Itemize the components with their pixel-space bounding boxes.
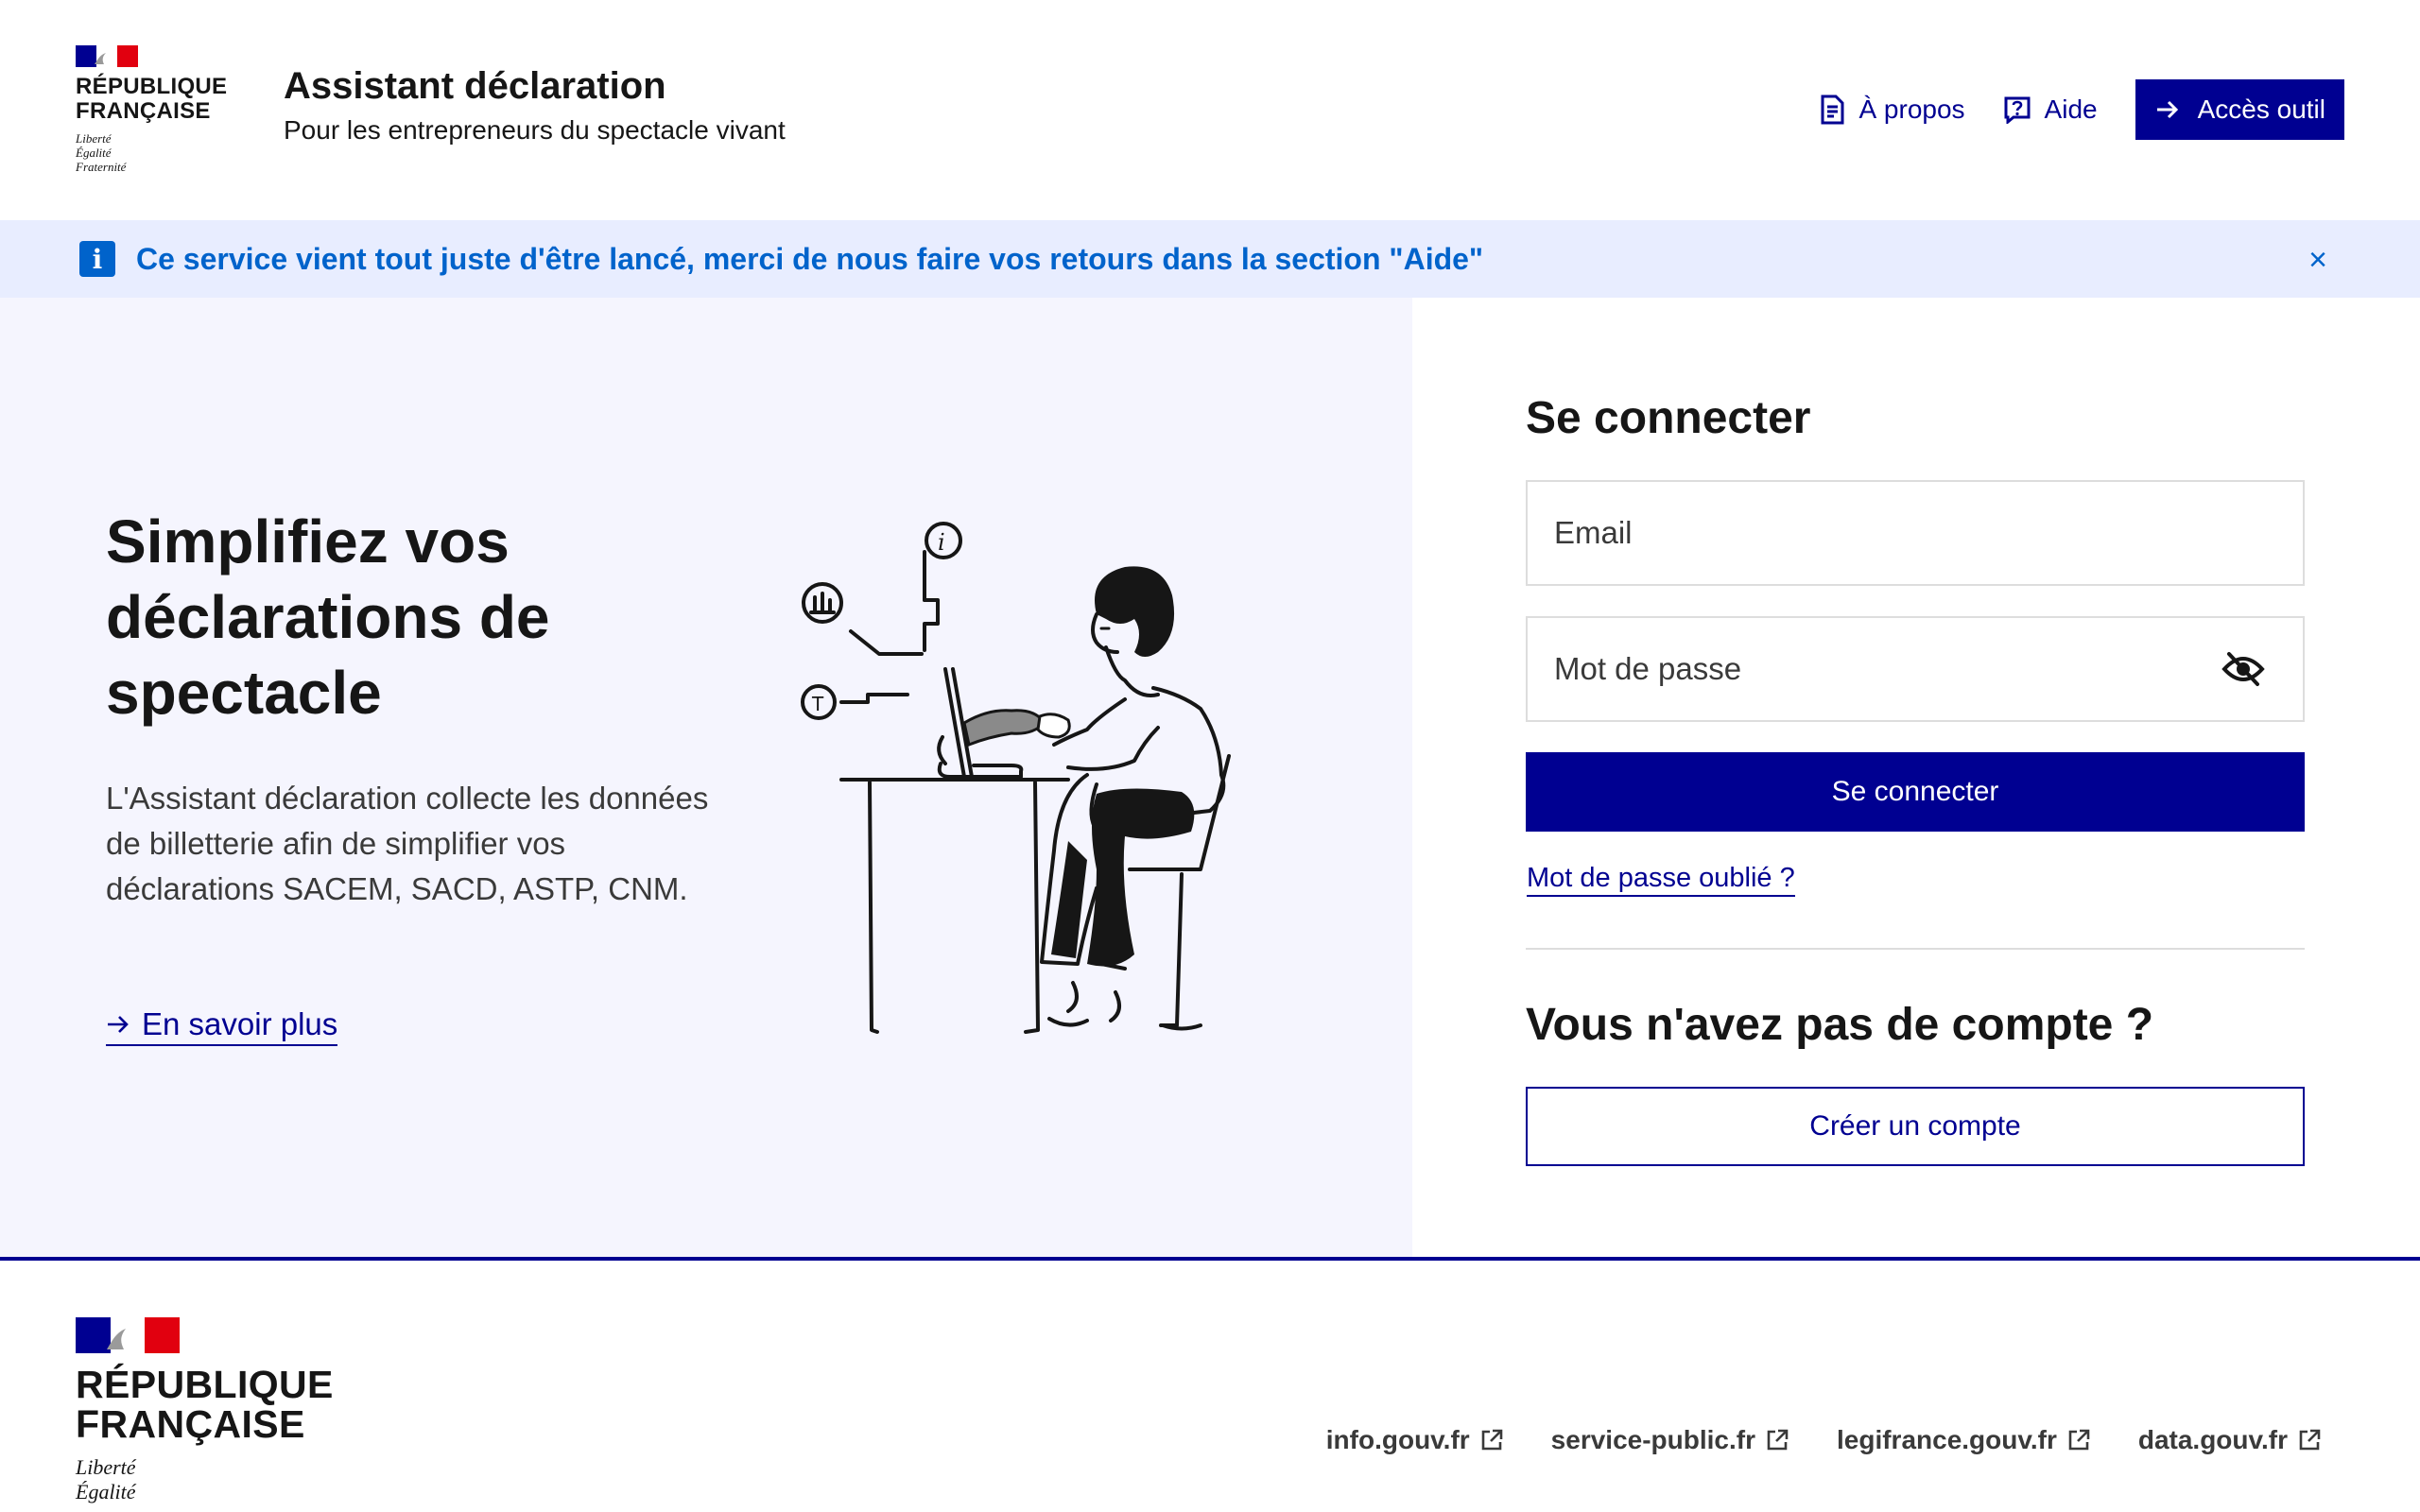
- info-icon: i: [79, 241, 115, 277]
- eye-off-icon[interactable]: [2221, 650, 2265, 688]
- notice-text: Ce service vient tout juste d'être lancé…: [136, 242, 1484, 276]
- nav-about-link[interactable]: À propos: [1819, 79, 1965, 140]
- marianne-flag-icon: [76, 1317, 180, 1353]
- footer-link-info-gouv[interactable]: info.gouv.fr: [1326, 1425, 1504, 1455]
- email-placeholder: Email: [1554, 515, 1633, 550]
- password-field[interactable]: Mot de passe: [1526, 616, 2305, 722]
- learn-more-link[interactable]: En savoir plus: [106, 1006, 338, 1046]
- close-icon[interactable]: ×: [2299, 241, 2337, 279]
- footer-link-data-gouv[interactable]: data.gouv.fr: [2138, 1425, 2322, 1455]
- email-field[interactable]: Email: [1526, 480, 2305, 586]
- svg-text:T: T: [811, 693, 824, 715]
- hero-section: Simplifiez vos déclarations de spectacle…: [0, 298, 1412, 1257]
- site-header: RÉPUBLIQUE FRANÇAISE Liberté Égalité Fra…: [0, 0, 2420, 220]
- document-icon: [1821, 94, 1844, 125]
- header-nav: À propos Aide Accès outil: [1819, 79, 2344, 140]
- republic-name: RÉPUBLIQUE FRANÇAISE: [76, 74, 228, 124]
- footer-links: info.gouv.fr service-public.fr legifranc…: [1279, 1425, 2322, 1455]
- question-icon: [2004, 96, 2031, 124]
- marianne-flag-icon: [76, 45, 138, 67]
- footer-republic-name: RÉPUBLIQUE FRANÇAISE: [76, 1363, 334, 1446]
- notice-banner: i Ce service vient tout juste d'être lan…: [0, 220, 2420, 298]
- republique-francaise-logo[interactable]: RÉPUBLIQUE FRANÇAISE Liberté Égalité Fra…: [76, 45, 227, 174]
- login-panel: Se connecter Email Mot de passe Se conne…: [1412, 298, 2420, 1257]
- person-at-computer-illustration: i T: [801, 522, 1231, 1034]
- service-title[interactable]: Assistant déclaration: [284, 62, 786, 110]
- site-footer: RÉPUBLIQUE FRANÇAISE Liberté Égalité inf…: [0, 1257, 2420, 1512]
- nav-help-link[interactable]: Aide: [2003, 79, 2098, 140]
- external-link-icon: [1767, 1429, 1789, 1451]
- external-link-icon: [1481, 1429, 1502, 1451]
- footer-republic-motto: Liberté Égalité: [76, 1455, 136, 1503]
- hero-description: L'Assistant déclaration collecte les don…: [106, 781, 709, 906]
- svg-text:i: i: [938, 529, 945, 556]
- footer-republique-logo[interactable]: RÉPUBLIQUE FRANÇAISE Liberté Égalité: [76, 1317, 334, 1504]
- tool-access-button[interactable]: Accès outil: [2135, 79, 2344, 140]
- login-title: Se connecter: [1526, 393, 1811, 443]
- create-account-button[interactable]: Créer un compte: [1526, 1087, 2305, 1166]
- external-link-icon: [2299, 1429, 2321, 1451]
- forgot-password-link[interactable]: Mot de passe oublié ?: [1527, 861, 1795, 897]
- password-placeholder: Mot de passe: [1554, 651, 1742, 686]
- republic-motto: Liberté Égalité Fraternité: [76, 131, 127, 174]
- tool-access-label: Accès outil: [2197, 94, 2325, 124]
- divider: [1526, 948, 2305, 950]
- service-tagline: Pour les entrepreneurs du spectacle viva…: [284, 115, 786, 145]
- hero-title: Simplifiez vos déclarations de spectacle: [106, 507, 550, 727]
- arrow-right-icon: [2156, 100, 2178, 119]
- footer-link-legifrance[interactable]: legifrance.gouv.fr: [1837, 1425, 2091, 1455]
- footer-link-service-public[interactable]: service-public.fr: [1551, 1425, 1789, 1455]
- learn-more-label: En savoir plus: [142, 1006, 338, 1041]
- arrow-right-icon: [108, 1016, 129, 1033]
- external-link-icon: [2068, 1429, 2090, 1451]
- nav-about-label: À propos: [1858, 94, 1965, 124]
- service-branding: Assistant déclaration Pour les entrepren…: [284, 62, 786, 149]
- nav-help-label: Aide: [2044, 94, 2098, 124]
- login-submit-button[interactable]: Se connecter: [1526, 752, 2305, 832]
- no-account-title: Vous n'avez pas de compte ?: [1526, 1000, 2154, 1050]
